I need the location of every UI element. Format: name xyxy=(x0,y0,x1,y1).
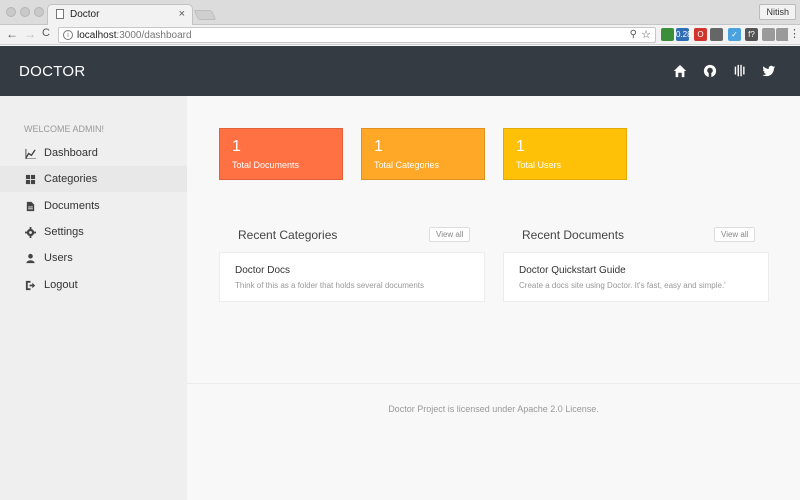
browser-toolbar: ← → C i localhost:3000/dashboard ⚲ ☆ 0.2… xyxy=(0,25,800,45)
puzzle-extension-icon[interactable] xyxy=(762,28,775,41)
url-text: localhost:3000/dashboard xyxy=(77,30,192,41)
stat-label: Total Documents xyxy=(232,160,300,170)
total-users-card[interactable]: 1 Total Users xyxy=(503,128,627,180)
opera-extension-icon[interactable]: O xyxy=(694,28,707,41)
stat-label: Total Categories xyxy=(374,160,440,170)
close-window-button[interactable] xyxy=(6,7,16,17)
view-all-categories-button[interactable]: View all xyxy=(429,227,471,242)
recent-categories-title: Recent Categories xyxy=(238,228,338,242)
category-title[interactable]: Doctor Docs xyxy=(235,265,290,276)
total-documents-card[interactable]: 1 Total Documents xyxy=(219,128,343,180)
brand-logo[interactable]: DOCTOR xyxy=(19,63,86,80)
sidebar-item-categories[interactable]: Categories xyxy=(0,166,187,192)
footer-divider xyxy=(187,383,800,384)
sidebar-item-label: Users xyxy=(44,252,73,264)
key-icon[interactable]: ⚲ xyxy=(630,29,637,40)
stat-value: 1 xyxy=(232,138,241,155)
sidebar-item-label: Logout xyxy=(44,279,78,291)
address-bar[interactable]: i localhost:3000/dashboard ⚲ ☆ xyxy=(58,27,656,43)
forward-button[interactable]: → xyxy=(24,27,36,41)
github-icon[interactable] xyxy=(703,64,717,78)
browser-tab[interactable]: Doctor × xyxy=(47,4,193,25)
maximize-window-button[interactable] xyxy=(34,7,44,17)
sidebar-item-label: Dashboard xyxy=(44,147,98,159)
browser-tab-strip: Doctor × Nitish xyxy=(0,0,800,25)
grid-icon xyxy=(25,174,36,185)
view-all-documents-button[interactable]: View all xyxy=(714,227,756,242)
back-button[interactable]: ← xyxy=(6,27,18,41)
logout-icon xyxy=(25,280,36,291)
block-extension-icon[interactable] xyxy=(710,28,723,41)
document-description: Create a docs site using Doctor. It's fa… xyxy=(519,281,726,290)
new-tab-button[interactable] xyxy=(193,10,217,20)
user-icon xyxy=(26,253,35,264)
feather-extension-icon[interactable]: ✓ xyxy=(728,28,741,41)
sidebar-item-logout[interactable]: Logout xyxy=(0,272,187,298)
stat-value: 1 xyxy=(516,138,525,155)
bookmark-star-icon[interactable]: ☆ xyxy=(641,28,651,41)
home-icon[interactable] xyxy=(673,64,687,78)
twitter-icon[interactable] xyxy=(762,64,776,78)
info-icon[interactable]: i xyxy=(63,30,73,40)
sidebar-item-label: Settings xyxy=(44,226,84,238)
category-description: Think of this as a folder that holds sev… xyxy=(235,281,424,290)
page-icon xyxy=(56,9,64,19)
total-categories-card[interactable]: 1 Total Categories xyxy=(361,128,485,180)
document-title[interactable]: Doctor Quickstart Guide xyxy=(519,265,626,276)
intercom-icon[interactable] xyxy=(733,64,747,78)
main-content: 1 Total Documents 1 Total Categories 1 Total … xyxy=(187,96,800,500)
gear-icon xyxy=(25,227,36,238)
badge-extension-icon[interactable]: 0.28 xyxy=(676,28,692,41)
sidebar-item-label: Documents xyxy=(44,200,100,212)
tab-title: Doctor xyxy=(70,9,100,20)
welcome-message: WELCOME ADMIN! xyxy=(24,124,105,134)
tab-close-icon[interactable]: × xyxy=(179,8,185,20)
green-extension-icon[interactable] xyxy=(661,28,674,41)
category-card[interactable]: Doctor Docs Think of this as a folder th… xyxy=(219,252,485,302)
sidebar-item-users[interactable]: Users xyxy=(0,245,187,271)
document-icon xyxy=(26,201,35,212)
app-header: DOCTOR xyxy=(0,46,800,96)
stat-label: Total Users xyxy=(516,160,562,170)
footer-text: Doctor Project is licensed under Apache … xyxy=(388,404,599,414)
recent-documents-title: Recent Documents xyxy=(522,228,625,242)
chart-line-icon xyxy=(25,148,36,159)
sidebar-item-documents[interactable]: Documents xyxy=(0,193,187,219)
sidebar-item-label: Categories xyxy=(44,173,98,185)
document-card[interactable]: Doctor Quickstart Guide Create a docs si… xyxy=(503,252,769,302)
formula-extension-icon[interactable]: f? xyxy=(745,28,758,41)
minimize-window-button[interactable] xyxy=(20,7,30,17)
reload-button[interactable]: C xyxy=(42,27,50,39)
sidebar-item-settings[interactable]: Settings xyxy=(0,219,187,245)
sidebar: WELCOME ADMIN! Dashboard Categories Docume… xyxy=(0,96,187,500)
profile-button[interactable]: Nitish xyxy=(759,4,796,20)
sidebar-item-dashboard[interactable]: Dashboard xyxy=(0,140,187,166)
stat-value: 1 xyxy=(374,138,383,155)
menu-icon[interactable]: ⋮ xyxy=(788,28,800,41)
